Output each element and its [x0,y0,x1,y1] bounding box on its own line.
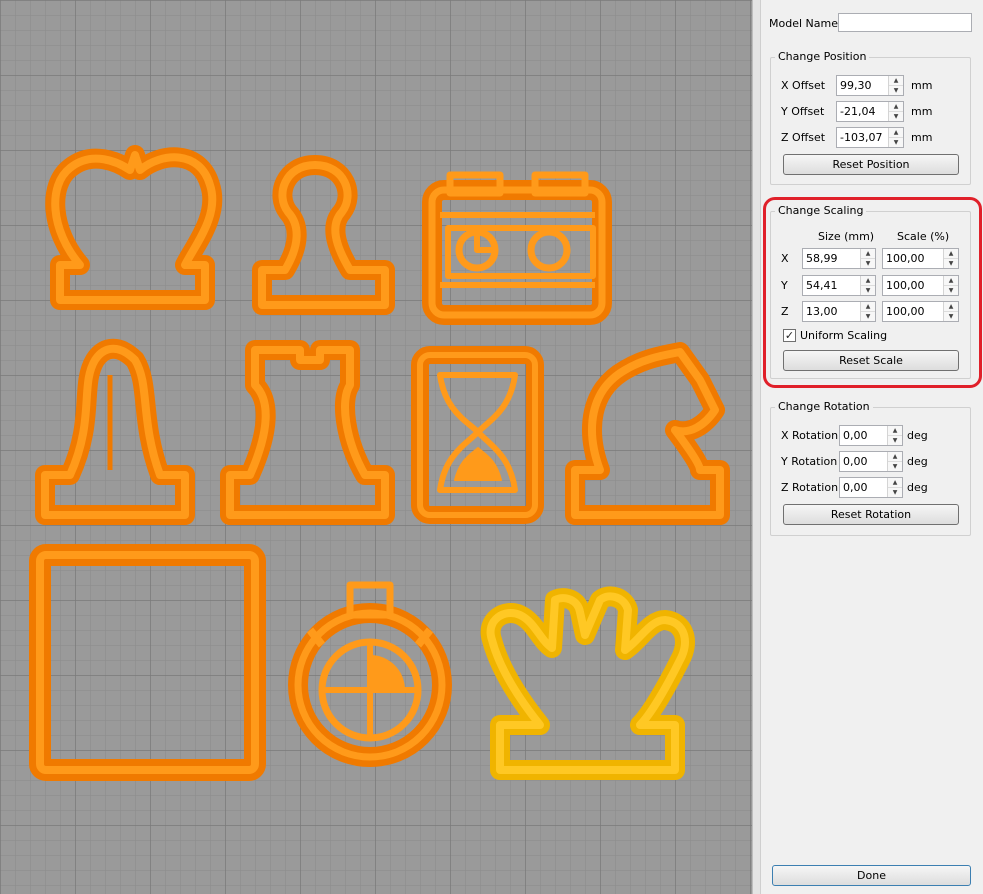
spin-up-icon: ▲ [889,102,903,112]
model-name-input[interactable] [838,13,972,32]
spin-down-icon: ▼ [893,139,899,146]
spin-up-icon: ▲ [888,452,902,462]
spin-down-icon: ▼ [892,437,898,444]
spin-down-icon: ▼ [893,87,899,94]
3d-viewport[interactable] [0,0,752,894]
change-position-title: Change Position [775,50,870,63]
panel-splitter[interactable] [752,0,761,894]
spin-up-icon: ▲ [889,76,903,86]
x-offset-unit: mm [911,79,933,92]
reset-position-button[interactable]: Reset Position [783,154,959,175]
y-rotation-spinner[interactable]: ▲ ▼ [887,452,902,471]
spin-down-icon: ▼ [892,489,898,496]
z-rotation-label: Z Rotation [781,481,839,494]
done-button[interactable]: Done [772,865,971,886]
spin-down-icon: ▼ [892,463,898,470]
reset-rotation-button[interactable]: Reset Rotation [783,504,959,525]
spin-up-icon: ▲ [888,426,902,436]
model-name-label: Model Name: [769,17,842,30]
y-rotation-input[interactable]: 0,00 ▲ ▼ [839,451,903,472]
y-offset-label: Y Offset [781,105,825,118]
z-offset-unit: mm [911,131,933,144]
spin-down-icon: ▼ [893,113,899,120]
spin-up-icon: ▲ [888,478,902,488]
x-rotation-label: X Rotation [781,429,839,442]
y-offset-unit: mm [911,105,933,118]
x-offset-label: X Offset [781,79,826,92]
scaling-highlight-annotation [763,197,982,388]
x-offset-input[interactable]: 99,30 ▲ ▼ [836,75,904,96]
y-rotation-unit: deg [907,455,928,468]
z-offset-input[interactable]: -103,07 ▲ ▼ [836,127,904,148]
z-rotation-spinner[interactable]: ▲ ▼ [887,478,902,497]
build-plate[interactable] [0,0,752,894]
change-rotation-title: Change Rotation [775,400,873,413]
spin-up-icon: ▲ [889,128,903,138]
y-offset-spinner[interactable]: ▲ ▼ [888,102,903,121]
x-rotation-unit: deg [907,429,928,442]
x-rotation-spinner[interactable]: ▲ ▼ [887,426,902,445]
x-offset-spinner[interactable]: ▲ ▼ [888,76,903,95]
z-offset-spinner[interactable]: ▲ ▼ [888,128,903,147]
properties-panel: Model Name: Change Position X Offset 99,… [761,0,983,894]
z-offset-label: Z Offset [781,131,826,144]
y-offset-input[interactable]: -21,04 ▲ ▼ [836,101,904,122]
y-rotation-label: Y Rotation [781,455,838,468]
x-rotation-input[interactable]: 0,00 ▲ ▼ [839,425,903,446]
z-rotation-unit: deg [907,481,928,494]
z-rotation-input[interactable]: 0,00 ▲ ▼ [839,477,903,498]
